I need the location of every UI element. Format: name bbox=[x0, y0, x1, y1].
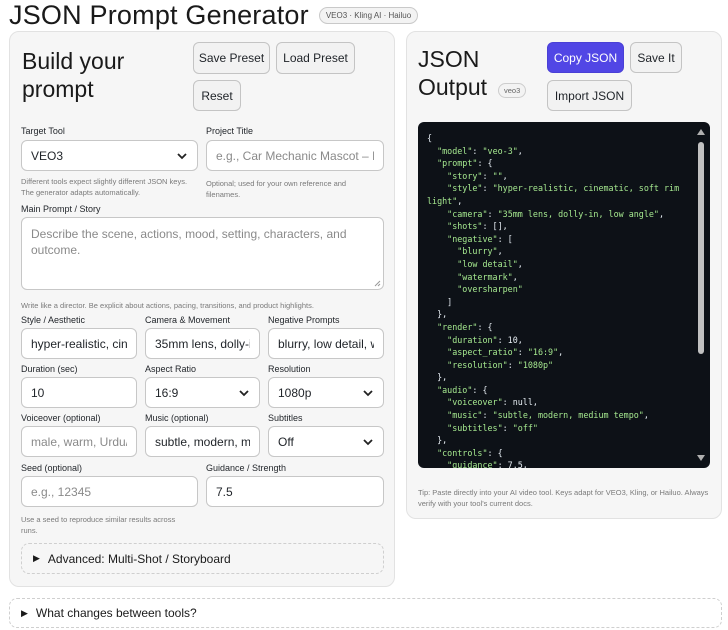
json-output-scrollbar[interactable] bbox=[696, 126, 706, 464]
target-tool-label: Target Tool bbox=[21, 126, 65, 136]
output-title-line2: Output bbox=[418, 74, 488, 100]
guidance-value: 7.5 bbox=[216, 484, 233, 499]
negative-prompts-input[interactable]: blurry, low detail, watermark, oversharp… bbox=[268, 328, 384, 359]
subtitles-label: Subtitles bbox=[268, 413, 303, 423]
load-preset-button[interactable]: Load Preset bbox=[276, 42, 355, 74]
project-title-input[interactable]: e.g., Car Mechanic Mascot – Pro bbox=[206, 140, 384, 171]
disclosure-triangle-icon: ▶ bbox=[21, 607, 28, 618]
app-header: JSON Prompt Generator VEO3 · Kling AI · … bbox=[9, 0, 419, 30]
builder-title-line2: prompt bbox=[22, 76, 94, 102]
guidance-label: Guidance / Strength bbox=[206, 463, 287, 473]
tool-differences-details[interactable]: ▶ What changes between tools? bbox=[9, 598, 722, 628]
resize-grip-icon[interactable] bbox=[374, 280, 381, 287]
scroll-up-icon[interactable] bbox=[697, 129, 705, 135]
resolution-value: 1080p bbox=[278, 385, 312, 400]
output-title: JSON Output bbox=[418, 45, 487, 101]
model-badge: veo3 bbox=[498, 83, 527, 98]
chevron-down-icon bbox=[239, 389, 249, 396]
project-title-placeholder: e.g., Car Mechanic Mascot – Pro bbox=[216, 148, 374, 163]
voiceover-placeholder: male, warm, Urdu/English bbox=[31, 434, 127, 449]
save-preset-button[interactable]: Save Preset bbox=[193, 42, 270, 74]
page-title: JSON Prompt Generator bbox=[9, 0, 309, 30]
json-output-panel[interactable]: { "model": "veo-3", "prompt": { "story":… bbox=[418, 122, 710, 468]
json-output-text: { "model": "veo-3", "prompt": { "story":… bbox=[427, 133, 685, 468]
seed-placeholder: e.g., 12345 bbox=[31, 484, 92, 499]
voiceover-input[interactable]: male, warm, Urdu/English bbox=[21, 426, 137, 457]
negative-prompts-value: blurry, low detail, watermark, oversharp… bbox=[278, 336, 374, 351]
chevron-down-icon bbox=[363, 438, 373, 445]
project-title-label: Project Title bbox=[206, 126, 254, 136]
chevron-down-icon bbox=[363, 389, 373, 396]
target-tool-select[interactable]: VEO3 bbox=[21, 140, 198, 171]
main-prompt-placeholder: Describe the scene, actions, mood, setti… bbox=[31, 227, 347, 257]
output-title-line1: JSON bbox=[418, 46, 480, 72]
save-it-button[interactable]: Save It bbox=[630, 42, 682, 73]
style-input[interactable]: hyper-realistic, cinematic, soft rim lig… bbox=[21, 328, 137, 359]
scrollbar-thumb[interactable] bbox=[698, 142, 704, 354]
scroll-down-icon[interactable] bbox=[697, 455, 705, 461]
builder-title: Build your prompt bbox=[22, 47, 124, 103]
negative-prompts-label: Negative Prompts bbox=[268, 315, 340, 325]
tool-differences-summary: What changes between tools? bbox=[35, 606, 197, 620]
advanced-storyboard-details[interactable]: ▶ Advanced: Multi-Shot / Storyboard bbox=[21, 543, 384, 574]
style-value: hyper-realistic, cinematic, soft rim lig… bbox=[31, 336, 127, 351]
camera-label: Camera & Movement bbox=[145, 315, 231, 325]
seed-input[interactable]: e.g., 12345 bbox=[21, 476, 198, 507]
import-json-button[interactable]: Import JSON bbox=[547, 80, 632, 111]
target-tool-value: VEO3 bbox=[31, 148, 64, 163]
aspect-ratio-value: 16:9 bbox=[155, 385, 179, 400]
target-tool-hint: Different tools expect slightly differen… bbox=[21, 177, 188, 197]
music-value: subtle, modern, medium tempo bbox=[155, 434, 250, 449]
reset-button[interactable]: Reset bbox=[193, 80, 241, 111]
music-label: Music (optional) bbox=[145, 413, 209, 423]
style-label: Style / Aesthetic bbox=[21, 315, 86, 325]
music-input[interactable]: subtle, modern, medium tempo bbox=[145, 426, 260, 457]
main-prompt-hint: Write like a director. Be explicit about… bbox=[21, 301, 314, 310]
guidance-input[interactable]: 7.5 bbox=[206, 476, 384, 507]
voiceover-label: Voiceover (optional) bbox=[21, 413, 101, 423]
disclosure-triangle-icon: ▶ bbox=[33, 553, 40, 563]
main-prompt-label: Main Prompt / Story bbox=[21, 204, 101, 214]
aspect-ratio-label: Aspect Ratio bbox=[145, 364, 197, 374]
chevron-down-icon bbox=[177, 152, 187, 159]
aspect-ratio-select[interactable]: 16:9 bbox=[145, 377, 260, 408]
output-tip: Tip: Paste directly into your AI video t… bbox=[418, 488, 709, 508]
seed-hint: Use a seed to reproduce similar results … bbox=[21, 515, 176, 535]
subtitles-value: Off bbox=[278, 434, 294, 449]
camera-input[interactable]: 35mm lens, dolly-in, low angle bbox=[145, 328, 260, 359]
resolution-label: Resolution bbox=[268, 364, 311, 374]
main-prompt-textarea[interactable]: Describe the scene, actions, mood, setti… bbox=[21, 217, 384, 290]
project-title-hint: Optional; used for your own reference an… bbox=[206, 179, 347, 199]
duration-value: 10 bbox=[31, 385, 45, 400]
resolution-select[interactable]: 1080p bbox=[268, 377, 384, 408]
duration-input[interactable]: 10 bbox=[21, 377, 137, 408]
supported-tools-badge: VEO3 · Kling AI · Hailuo bbox=[318, 6, 419, 24]
seed-label: Seed (optional) bbox=[21, 463, 83, 473]
camera-value: 35mm lens, dolly-in, low angle bbox=[155, 336, 250, 351]
advanced-storyboard-summary: Advanced: Multi-Shot / Storyboard bbox=[47, 551, 231, 566]
subtitles-select[interactable]: Off bbox=[268, 426, 384, 457]
duration-label: Duration (sec) bbox=[21, 364, 78, 374]
copy-json-button[interactable]: Copy JSON bbox=[547, 42, 624, 73]
builder-title-line1: Build your bbox=[22, 48, 125, 74]
